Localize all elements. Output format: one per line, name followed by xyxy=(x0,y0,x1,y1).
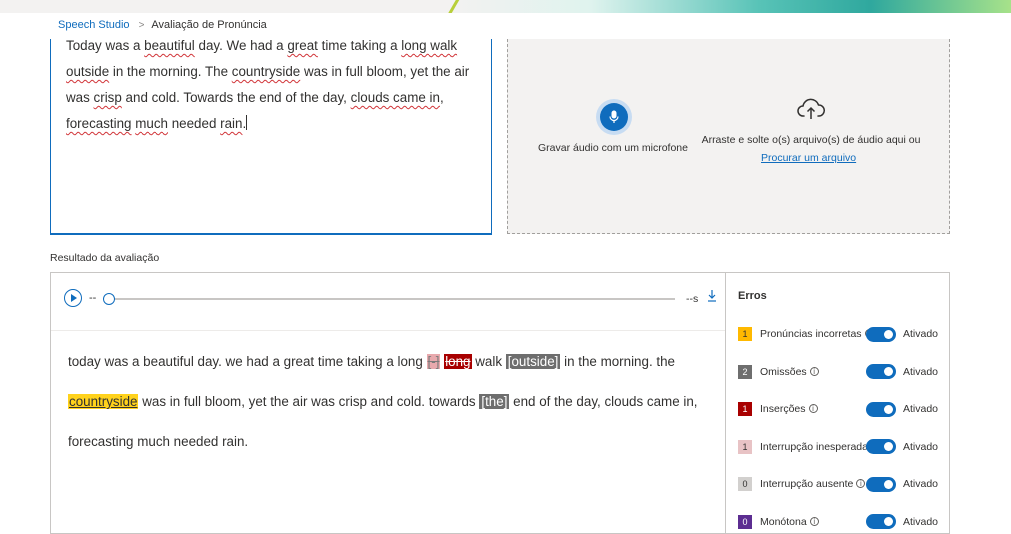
current-time: -- xyxy=(89,292,97,304)
spellcheck-word: forecasting xyxy=(66,116,132,131)
toggle-state-label: Ativado xyxy=(903,478,939,490)
record-microphone-label: Gravar áudio com um microfone xyxy=(538,142,688,154)
error-count-badge: 2 xyxy=(738,364,752,379)
assessment-text: today was a beautiful day. we had a grea… xyxy=(68,342,718,462)
errors-legend: Erros 1Pronúncias incorretasiAtivado2Omi… xyxy=(725,273,950,533)
breadcrumb: Speech Studio > Avaliação de Pronúncia xyxy=(58,19,267,31)
error-count-badge: 0 xyxy=(738,477,752,491)
error-type-label: Inserções i xyxy=(760,403,872,415)
error-type-text: Interrupção ausente xyxy=(760,478,854,490)
error-filter-toggle[interactable] xyxy=(866,326,896,342)
text-segment: and cold. Towards the end of the day, xyxy=(121,90,351,105)
spellcheck-word: long walk xyxy=(401,38,458,53)
spellcheck-word: beautiful xyxy=(144,38,195,53)
assessment-result-panel: -- --s today was a beautiful day. we had… xyxy=(50,272,950,534)
total-duration: --s xyxy=(686,293,699,305)
mispronounced-word[interactable]: countryside xyxy=(68,394,139,409)
error-type-label: Interrupção inesperadai xyxy=(760,441,872,453)
audio-player: -- --s xyxy=(51,273,725,331)
error-type-label: Interrupção ausente i xyxy=(760,478,872,490)
error-filter-row: 1 Pronúncias incorretasi Ativado xyxy=(738,325,950,343)
text-segment: time taking a xyxy=(317,38,402,53)
spellcheck-word: crisp xyxy=(93,90,122,105)
error-type-text: Monótona xyxy=(760,515,807,528)
reference-text-editor[interactable]: Today was a beautiful day. We had a grea… xyxy=(50,38,492,235)
spellcheck-word: clouds came in xyxy=(350,90,440,105)
toggle-state-label: Ativado xyxy=(903,365,939,378)
result-section-label: Resultado da avaliação xyxy=(50,252,160,264)
drop-files-label: Arraste e solte o(s) arquivo(s) de áudio… xyxy=(701,134,921,146)
text-segment: in the morning. The xyxy=(109,64,232,79)
microphone-icon xyxy=(609,110,619,123)
spellcheck-word: outside xyxy=(66,64,110,79)
info-icon[interactable]: i xyxy=(808,404,818,413)
error-filter-row: 2 Omissões i Ativado xyxy=(738,363,950,381)
error-filter-row: 1 Inserções i Ativado xyxy=(738,400,950,418)
omission-marker[interactable]: [-] xyxy=(426,354,441,369)
result-text: walk xyxy=(471,354,506,369)
error-filter-row: 0 Interrupção ausente i Ativado xyxy=(738,475,950,493)
banner-gradient xyxy=(451,0,1011,13)
error-filter-toggle[interactable] xyxy=(866,439,896,454)
result-text: in the morning. the xyxy=(560,354,676,369)
toggle-state-label: Ativado xyxy=(903,403,939,415)
info-icon[interactable]: i xyxy=(809,366,819,376)
download-icon[interactable] xyxy=(707,290,717,302)
text-cursor xyxy=(246,115,248,130)
error-count-badge: 1 xyxy=(738,402,752,416)
info-icon[interactable]: i xyxy=(809,516,819,526)
result-text: today was a beautiful day. we had a grea… xyxy=(68,354,427,369)
spellcheck-word: countryside xyxy=(231,64,301,79)
error-count-badge: 1 xyxy=(738,439,752,454)
text-segment: day. We had a xyxy=(194,38,288,53)
error-filter-toggle[interactable] xyxy=(866,364,896,379)
breadcrumb-separator: > xyxy=(138,19,145,31)
spellcheck-word: rain xyxy=(220,116,243,131)
error-filter-row: 0 Monótona i Ativado xyxy=(738,513,950,531)
error-type-label: Omissões i xyxy=(760,366,872,378)
toggle-state-label: Ativado xyxy=(903,515,939,528)
error-filter-toggle[interactable] xyxy=(866,514,896,529)
break-marker[interactable]: [outside] xyxy=(505,354,561,369)
error-count-badge: 1 xyxy=(738,327,752,341)
reference-text[interactable]: Today was a beautiful day. We had a grea… xyxy=(66,33,486,137)
record-microphone-button[interactable] xyxy=(600,103,628,131)
audio-drop-zone[interactable]: Gravar áudio com um microfone Arraste e … xyxy=(507,39,950,234)
errors-title: Erros xyxy=(738,290,767,302)
error-count-badge: 0 xyxy=(738,514,752,529)
text-segment: , xyxy=(439,90,444,105)
audio-progress-slider[interactable] xyxy=(107,298,675,300)
error-filter-toggle[interactable] xyxy=(866,476,896,492)
result-text: was in full bloom, yet the air was crisp… xyxy=(138,394,480,409)
play-icon[interactable] xyxy=(64,289,82,307)
error-filter-row: 1 Interrupção inesperadai Ativado xyxy=(738,438,950,456)
breadcrumb-current-page: Avaliação de Pronúncia xyxy=(151,19,267,31)
error-type-text: Interrupção inesperada xyxy=(760,440,868,453)
toggle-state-label: Ativado xyxy=(903,328,939,340)
error-type-label: Pronúncias incorretasi xyxy=(760,328,872,340)
toggle-state-label: Ativado xyxy=(903,440,939,453)
break-marker[interactable]: [the] xyxy=(479,394,510,409)
text-segment: Today was a xyxy=(66,38,145,53)
error-type-text: Omissões xyxy=(760,365,807,378)
insertion-word[interactable]: long xyxy=(444,354,472,369)
breadcrumb-speech-studio[interactable]: Speech Studio xyxy=(58,19,130,31)
spellcheck-word: much xyxy=(135,116,168,131)
error-type-text: Inserções xyxy=(760,403,806,415)
error-type-label: Monótona i xyxy=(760,516,872,528)
info-icon[interactable]: i xyxy=(856,479,866,488)
top-banner xyxy=(0,0,1011,13)
browse-file-link[interactable]: Procurar um arquivo xyxy=(761,152,856,164)
spellcheck-word: great xyxy=(287,38,318,53)
error-filter-toggle[interactable] xyxy=(866,401,896,417)
audio-progress-thumb[interactable] xyxy=(103,293,115,305)
text-segment: needed xyxy=(168,116,221,131)
error-type-text: Pronúncias incorretas xyxy=(760,328,862,340)
cloud-upload-icon xyxy=(797,98,825,119)
